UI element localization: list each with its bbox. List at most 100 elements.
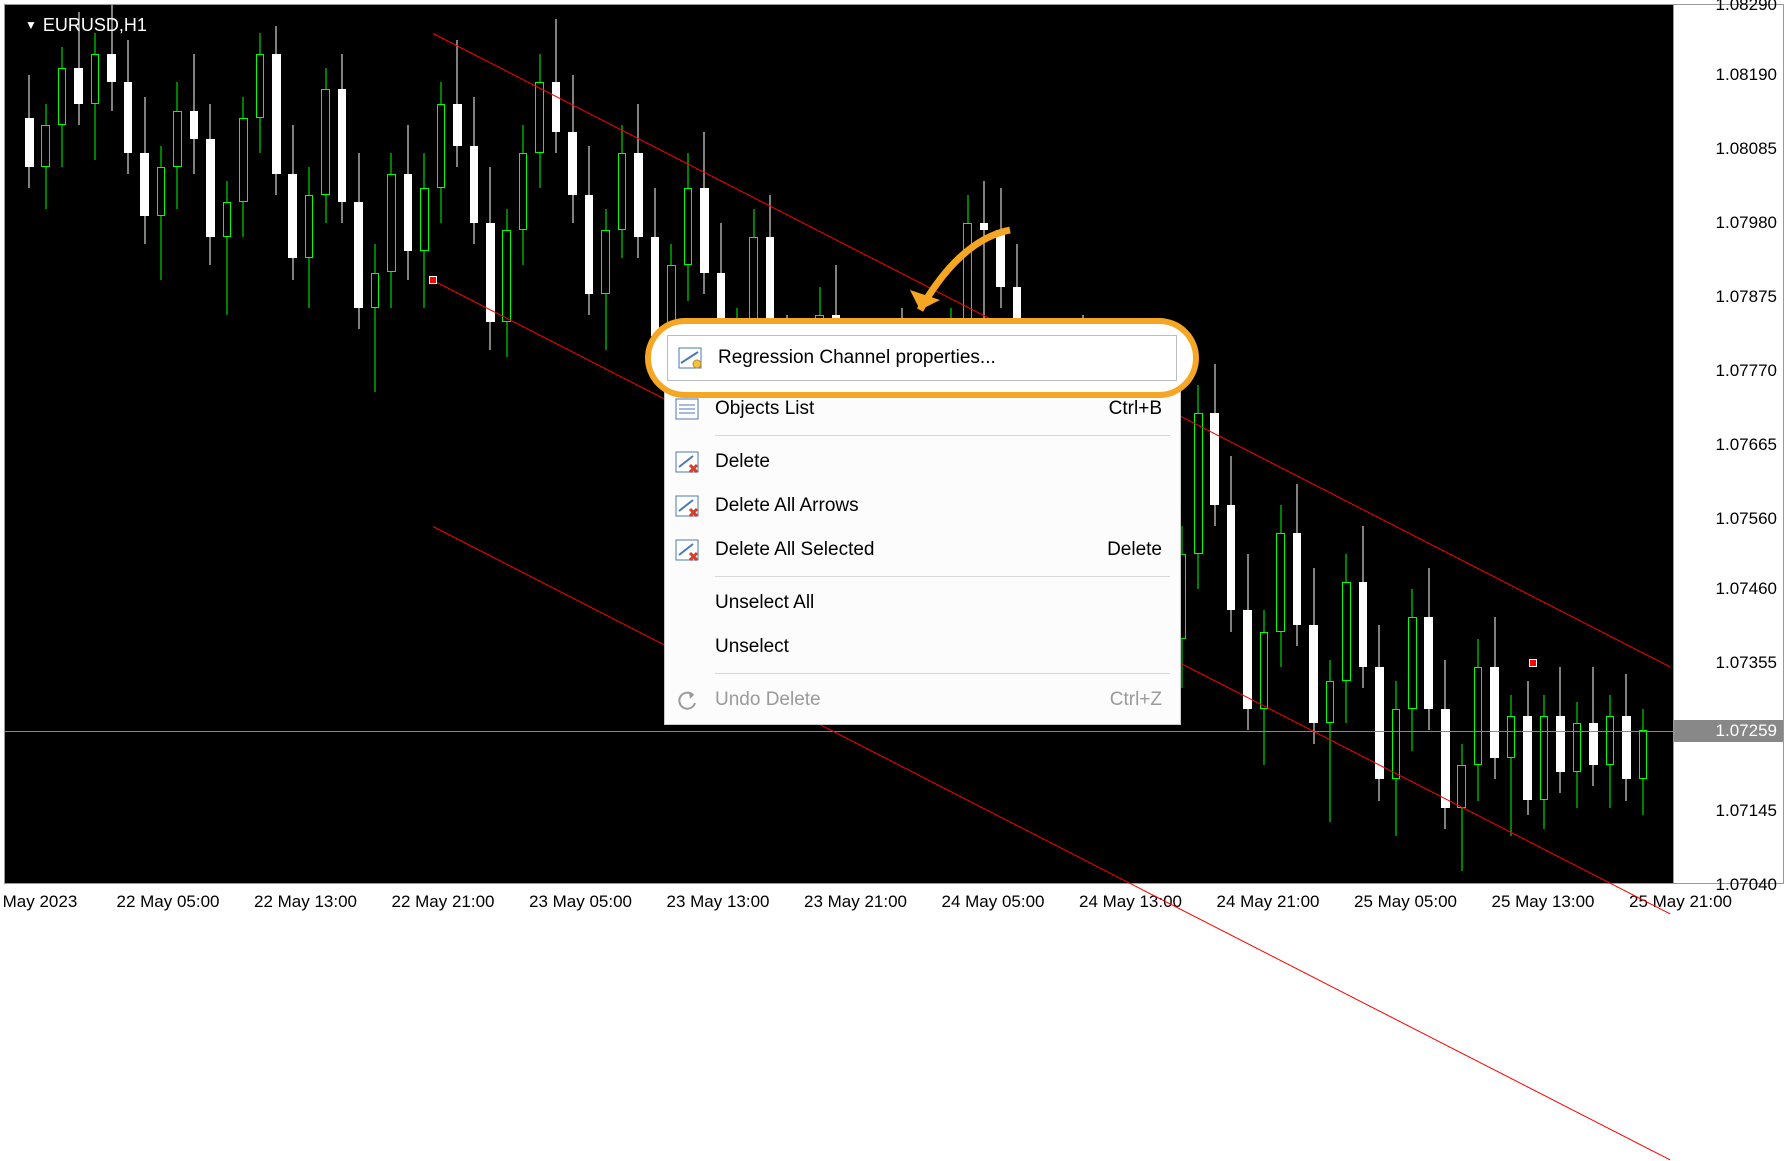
candle: [1392, 681, 1401, 836]
time-tick: 22 May 05:00: [117, 892, 220, 912]
price-tick: 1.07460: [1716, 579, 1777, 599]
candle: [239, 97, 248, 238]
menu-item[interactable]: Delete: [667, 440, 1178, 484]
undo-icon: [667, 689, 707, 711]
menu-item[interactable]: Delete All SelectedDelete: [667, 528, 1178, 572]
candle: [1589, 667, 1598, 787]
menu-item[interactable]: Unselect All: [667, 581, 1178, 625]
candle: [535, 54, 544, 188]
candle: [453, 40, 462, 167]
candle: [1424, 568, 1433, 730]
time-tick: 25 May 05:00: [1354, 892, 1457, 912]
candle: [1523, 681, 1532, 815]
candle: [404, 125, 413, 280]
candle: [552, 19, 561, 153]
highlighted-menu-label: Regression Channel properties...: [712, 347, 996, 369]
price-tick: 1.07875: [1716, 287, 1777, 307]
candle: [1342, 554, 1351, 723]
candle: [1408, 589, 1417, 751]
candle: [1375, 625, 1384, 801]
candle: [568, 75, 577, 223]
arrows-del-icon: [667, 495, 707, 517]
candle: [1622, 674, 1631, 801]
candle: [1507, 695, 1516, 836]
trend-del-icon: [667, 451, 707, 473]
candle: [206, 104, 215, 266]
candle: [1260, 610, 1269, 765]
time-tick: 19 May 2023: [0, 892, 77, 912]
candle: [1276, 505, 1285, 667]
price-tick: 1.07665: [1716, 435, 1777, 455]
symbol-label[interactable]: EURUSD,H1: [25, 15, 147, 36]
candle: [272, 26, 281, 195]
time-axis[interactable]: 19 May 202322 May 05:0022 May 13:0022 Ma…: [4, 884, 1674, 920]
candle: [1359, 526, 1368, 688]
price-axis[interactable]: 1.082901.081901.080851.079801.078751.077…: [1674, 4, 1784, 884]
price-tick: 1.07560: [1716, 509, 1777, 529]
candle: [387, 153, 396, 308]
candle: [371, 244, 380, 392]
candle: [437, 82, 446, 223]
candle: [700, 132, 709, 294]
candle: [338, 54, 347, 223]
candle: [486, 167, 495, 350]
time-tick: 23 May 05:00: [529, 892, 632, 912]
menu-item[interactable]: Delete All Arrows: [667, 484, 1178, 528]
candle: [58, 47, 67, 167]
candle: [1606, 695, 1615, 808]
menu-item[interactable]: Unselect: [667, 625, 1178, 669]
candle: [223, 181, 232, 315]
menu-separator: [715, 673, 1170, 674]
candle: [256, 33, 265, 153]
current-price-line: [5, 731, 1673, 732]
menu-separator: [715, 435, 1170, 436]
candle: [585, 146, 594, 315]
menu-item-label: Delete All Arrows: [707, 495, 1162, 517]
menu-item-shortcut: Delete: [1107, 539, 1178, 561]
price-tick: 1.08290: [1716, 0, 1777, 15]
context-menu: Objects ListCtrl+BDeleteDelete All Arrow…: [664, 384, 1181, 725]
candle: [288, 125, 297, 280]
candle: [1194, 385, 1203, 589]
list-icon: [667, 398, 707, 420]
candle: [190, 54, 199, 174]
candle: [470, 97, 479, 245]
candle: [1573, 702, 1582, 808]
candle: [1210, 364, 1219, 526]
highlighted-menu-item[interactable]: Regression Channel properties...: [645, 318, 1199, 398]
candle: [1540, 695, 1549, 829]
time-tick: 23 May 21:00: [804, 892, 907, 912]
price-tick: 1.08190: [1716, 65, 1777, 85]
candle: [140, 97, 149, 245]
channel-properties-icon: [668, 347, 712, 369]
candle: [173, 82, 182, 209]
time-tick: 23 May 13:00: [667, 892, 770, 912]
menu-item-label: Objects List: [707, 398, 1109, 420]
candle: [25, 75, 34, 188]
candle: [1490, 617, 1499, 779]
chart-window: EURUSD,H1 1.082901.081901.080851.079801.…: [0, 0, 1784, 920]
candle: [519, 125, 528, 266]
menu-item-label: Unselect: [707, 636, 1162, 658]
candle: [1227, 456, 1236, 632]
candle: [420, 153, 429, 308]
price-tick: 1.07145: [1716, 801, 1777, 821]
price-tick: 1.07770: [1716, 361, 1777, 381]
menu-item-label: Delete: [707, 451, 1162, 473]
menu-item-label: Undo Delete: [707, 689, 1110, 711]
candle: [601, 209, 610, 350]
channel-handle[interactable]: [429, 276, 437, 284]
time-tick: 24 May 05:00: [942, 892, 1045, 912]
candle: [634, 104, 643, 259]
candle: [354, 153, 363, 329]
time-tick: 22 May 13:00: [254, 892, 357, 912]
channel-handle[interactable]: [1529, 659, 1537, 667]
menu-separator: [715, 576, 1170, 577]
candle: [1474, 639, 1483, 801]
current-price-label: 1.07259: [1674, 720, 1783, 742]
menu-item-label: Delete All Selected: [707, 539, 1107, 561]
candle: [41, 104, 50, 210]
menu-item-shortcut: Ctrl+Z: [1110, 689, 1178, 711]
candle: [91, 33, 100, 160]
candle: [124, 40, 133, 174]
